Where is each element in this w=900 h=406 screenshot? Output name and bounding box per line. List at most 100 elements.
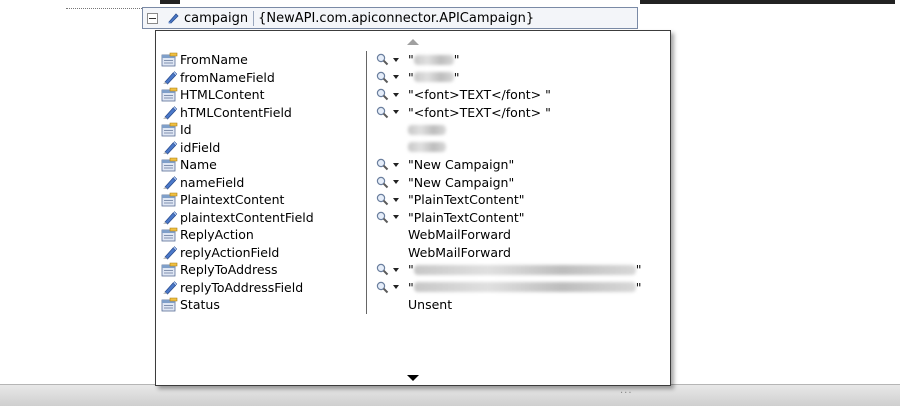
member-row[interactable]: FromName " ": [156, 51, 670, 69]
member-value-cell[interactable]: "<font>TEXT</font> ": [367, 104, 670, 122]
member-row[interactable]: replyActionField WebMailForward: [156, 243, 670, 262]
member-name-cell: plaintextContentField: [156, 208, 367, 226]
visualizer-button[interactable]: [376, 158, 408, 171]
member-value: "<font>TEXT</font> ": [408, 104, 551, 120]
member-name-cell: hTMLContentField: [156, 103, 367, 121]
member-name-cell: replyActionField: [156, 243, 367, 261]
redacted-value: [408, 124, 446, 135]
member-row[interactable]: replyToAddressField " ": [156, 278, 670, 297]
member-value-cell[interactable]: [367, 139, 670, 157]
member-value-cell[interactable]: WebMailForward: [367, 244, 670, 262]
datatip-header: campaign {NewAPI.com.apiconnector.APICam…: [142, 7, 638, 29]
magnifier-icon: [376, 159, 389, 171]
visualizer-button[interactable]: [376, 211, 408, 224]
members-list: FromName " " fromNameField " " HTMLContent "<fo…: [156, 51, 670, 314]
quote-mark: ": [453, 52, 460, 68]
member-value: "<font>TEXT</font> ": [408, 87, 551, 103]
member-value-cell[interactable]: WebMailForward: [367, 226, 670, 244]
member-value-cell[interactable]: "New Campaign": [367, 174, 670, 192]
field-icon: [163, 210, 178, 225]
magnifier-icon: [376, 194, 389, 206]
member-row[interactable]: fromNameField " ": [156, 68, 670, 87]
chevron-down-icon: [393, 267, 399, 272]
member-row[interactable]: PlaintextContent "PlainTextContent": [156, 191, 670, 209]
member-name: plaintextContentField: [180, 209, 314, 225]
redacted-value: [408, 142, 446, 153]
variable-name[interactable]: campaign: [184, 10, 255, 26]
chevron-down-icon: [393, 180, 399, 185]
collapse-icon[interactable]: [147, 12, 158, 24]
member-value: WebMailForward: [408, 244, 511, 260]
property-icon: [161, 157, 178, 172]
member-value-cell[interactable]: " ": [367, 51, 670, 69]
member-value-cell[interactable]: "<font>TEXT</font> ": [367, 86, 670, 104]
member-row[interactable]: HTMLContent "<font>TEXT</font> ": [156, 86, 670, 104]
member-row[interactable]: Name "New Campaign": [156, 156, 670, 174]
magnifier-icon: [376, 106, 389, 118]
member-name-cell: Status: [156, 296, 367, 314]
datatip-members-popup: FromName " " fromNameField " " HTMLContent "<fo…: [155, 30, 671, 386]
magnifier-icon: [376, 54, 389, 66]
chevron-down-icon: [393, 162, 399, 167]
visualizer-button[interactable]: [376, 106, 408, 119]
member-name-cell: ReplyAction: [156, 226, 367, 244]
editor-bottom-strip: ...: [0, 384, 900, 406]
member-name: idField: [180, 139, 221, 155]
scroll-down-button[interactable]: [156, 371, 670, 385]
member-name: PlaintextContent: [180, 192, 285, 208]
field-icon: [163, 70, 178, 85]
quote-mark: ": [408, 52, 414, 68]
member-row[interactable]: Status Unsent: [156, 296, 670, 314]
member-name: hTMLContentField: [180, 104, 292, 120]
scroll-down-arrow-icon: [407, 375, 419, 381]
magnifier-icon: [376, 176, 389, 188]
member-value-cell[interactable]: "PlainTextContent": [367, 191, 670, 209]
member-value-cell[interactable]: " ": [367, 261, 670, 279]
member-value: WebMailForward: [408, 227, 511, 243]
field-icon: [163, 245, 178, 260]
member-row[interactable]: hTMLContentField "<font>TEXT</font> ": [156, 103, 670, 122]
member-name: ReplyAction: [180, 227, 254, 243]
member-row[interactable]: nameField "New Campaign": [156, 173, 670, 192]
quote-mark: ": [408, 279, 414, 295]
member-value-cell[interactable]: "PlainTextContent": [367, 209, 670, 227]
member-name-cell: PlaintextContent: [156, 191, 367, 209]
scroll-up-button[interactable]: [156, 35, 670, 49]
member-value: "PlainTextContent": [408, 192, 525, 208]
member-name-cell: HTMLContent: [156, 86, 367, 104]
visualizer-button[interactable]: [376, 88, 408, 101]
field-icon: [163, 175, 178, 190]
member-value-cell[interactable]: " ": [367, 69, 670, 87]
field-icon: [163, 280, 178, 295]
member-row[interactable]: idField: [156, 138, 670, 157]
member-value-cell[interactable]: Unsent: [367, 296, 670, 314]
member-name: replyActionField: [180, 244, 280, 260]
redacted-value: [413, 264, 636, 275]
member-value: "New Campaign": [408, 174, 515, 190]
member-row[interactable]: ReplyToAddress " ": [156, 261, 670, 279]
chevron-down-icon: [393, 57, 399, 62]
visualizer-button[interactable]: [376, 53, 408, 66]
member-name-cell: nameField: [156, 173, 367, 191]
member-name: ReplyToAddress: [180, 262, 278, 278]
visualizer-button[interactable]: [376, 176, 408, 189]
visualizer-button[interactable]: [376, 281, 408, 294]
member-row[interactable]: Id: [156, 121, 670, 139]
property-icon: [161, 227, 178, 242]
redacted-value: [413, 282, 636, 293]
member-value-cell[interactable]: " ": [367, 279, 670, 297]
visualizer-button[interactable]: [376, 71, 408, 84]
magnifier-icon: [376, 89, 389, 101]
member-row[interactable]: ReplyAction WebMailForward: [156, 226, 670, 244]
member-row[interactable]: plaintextContentField "PlainTextContent": [156, 208, 670, 227]
visualizer-button[interactable]: [376, 263, 408, 276]
member-name: Name: [180, 157, 217, 173]
member-value-cell[interactable]: "New Campaign": [367, 156, 670, 174]
magnifier-icon: [376, 264, 389, 276]
visualizer-button[interactable]: [376, 193, 408, 206]
chevron-down-icon: [393, 92, 399, 97]
variable-type: {NewAPI.com.apiconnector.APICampaign}: [258, 10, 535, 26]
quote-mark: ": [635, 262, 642, 278]
property-icon: [161, 297, 178, 312]
member-value-cell[interactable]: [367, 121, 670, 139]
